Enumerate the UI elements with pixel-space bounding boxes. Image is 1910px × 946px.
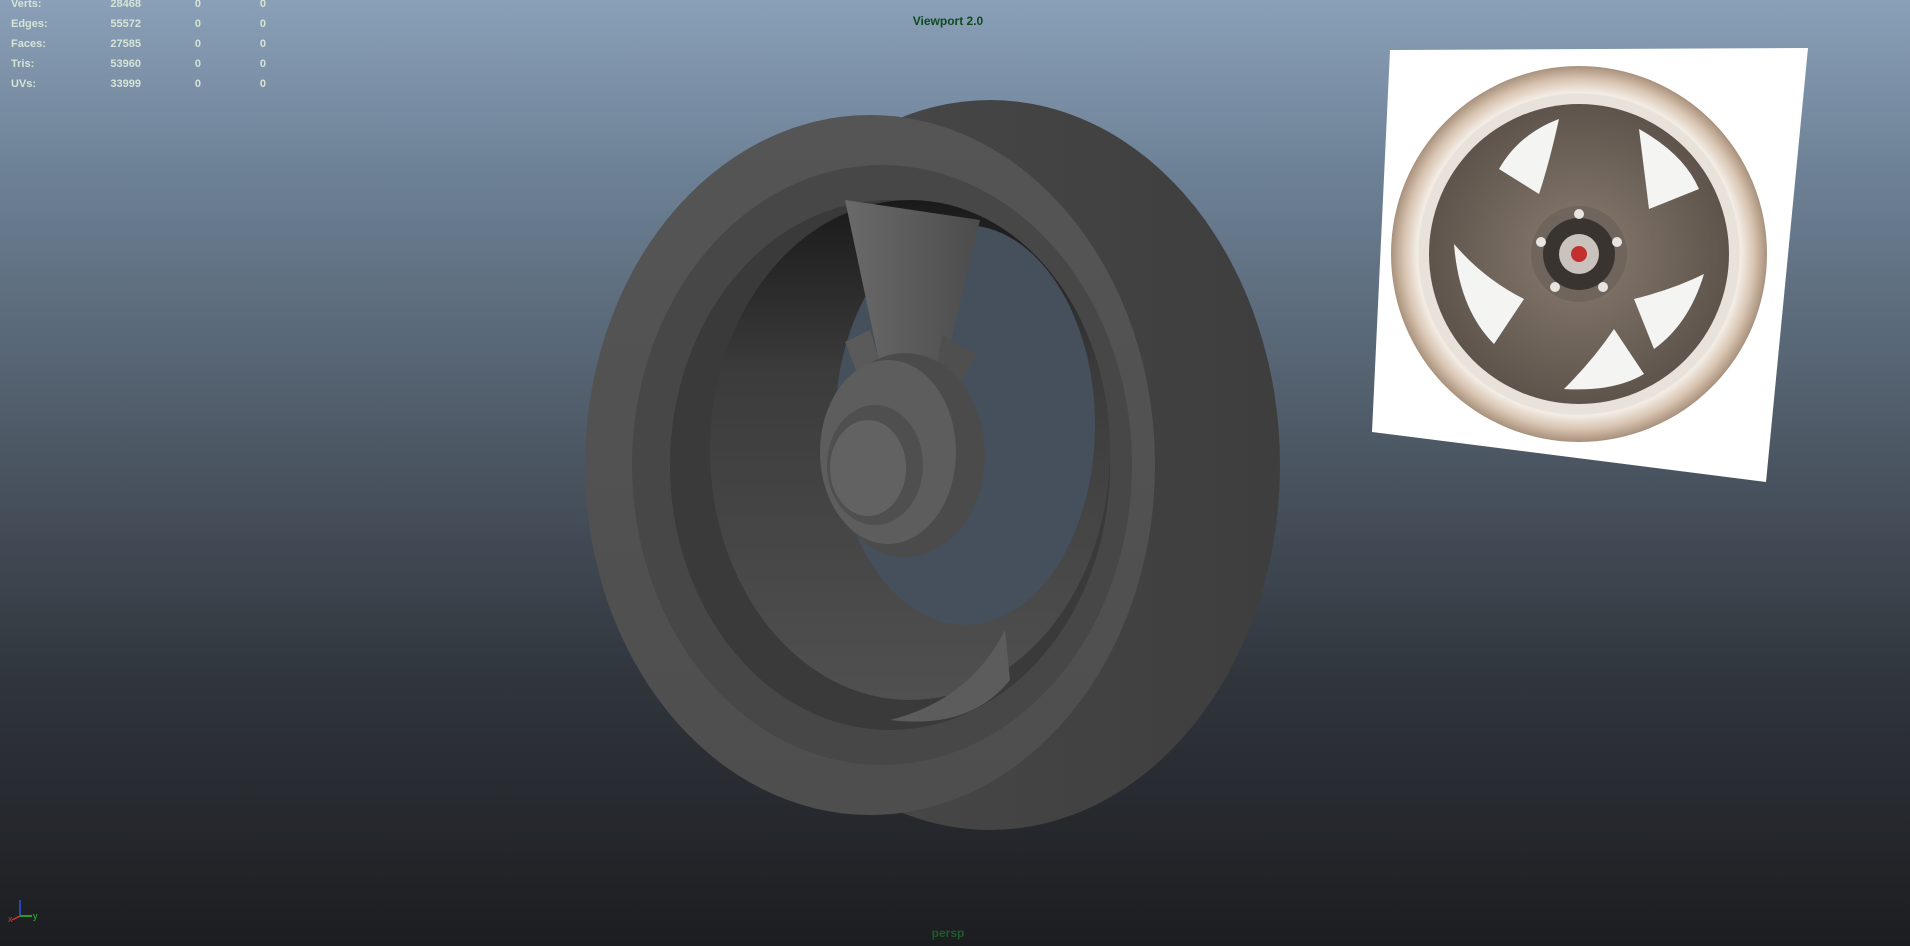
reference-image-plane[interactable] [1370, 46, 1810, 486]
camera-name-label: persp [931, 926, 965, 940]
hud-label: Tris: [11, 58, 35, 70]
hud-value: 0 [194, 58, 201, 70]
hud-label: UVs: [11, 78, 37, 90]
wheel-model[interactable] [570, 80, 1310, 850]
hud-value: 0 [259, 58, 266, 70]
hud-value: 33999 [110, 78, 141, 90]
hud-value: 0 [259, 0, 266, 10]
wheel-photo [1391, 66, 1767, 442]
hud-value: 0 [194, 0, 201, 10]
hud-value: 53960 [110, 58, 141, 70]
hud-label: Verts: [11, 0, 42, 10]
axis-x-label: x [8, 914, 13, 924]
hud-value: 0 [259, 38, 266, 50]
axis-y-label: y [33, 911, 38, 921]
hud-label: Faces: [11, 38, 46, 50]
hud-value: 28468 [110, 0, 141, 10]
hud-value: 0 [194, 38, 201, 50]
hud-value: 27585 [110, 38, 141, 50]
hud-value: 0 [194, 78, 201, 90]
hud-value: 0 [259, 78, 266, 90]
axis-gizmo: x y [8, 900, 38, 924]
viewport-renderer-label: Viewport 2.0 [912, 14, 984, 28]
hub-cap [830, 420, 906, 516]
